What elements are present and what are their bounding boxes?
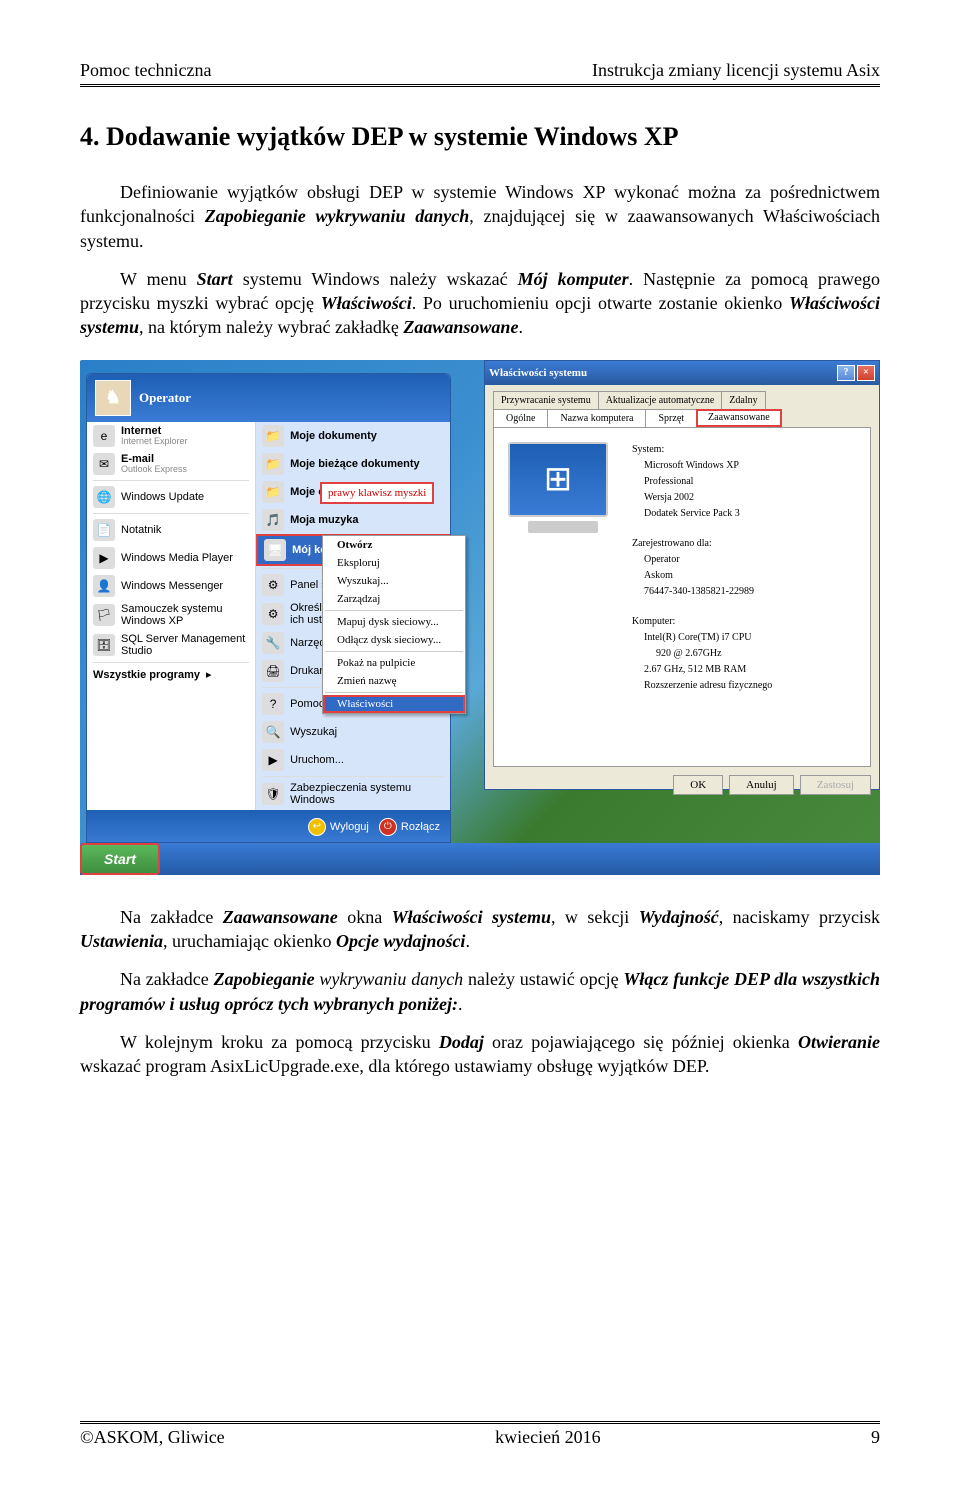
shield-icon: 🛡 [262, 783, 284, 805]
start-menu-left: eInternetInternet Explorer ✉E-mailOutloo… [87, 422, 256, 810]
cpanel-icon: ⚙ [262, 574, 284, 596]
apply-button[interactable]: Zastosuj [800, 775, 871, 795]
folder-icon: 📁 [262, 425, 284, 447]
tools-icon: 🔧 [262, 632, 284, 654]
comp-label: Komputer: [632, 614, 856, 630]
help-icon: ? [262, 693, 284, 715]
header-left: Pomoc techniczna [80, 60, 211, 81]
mail-icon: ✉ [93, 453, 115, 475]
folder-icon: 📁 [262, 481, 284, 503]
footer-center: kwiecień 2016 [495, 1427, 600, 1448]
ctx-open[interactable]: Otwórz [323, 536, 465, 554]
paragraph-4: Na zakładce Zapobieganie wykrywaniu dany… [80, 967, 880, 1016]
wmp-icon: ▶ [93, 547, 115, 569]
prop-title: Właściwości systemu [489, 367, 587, 379]
sm-item-email[interactable]: ✉E-mailOutlook Express [87, 450, 255, 478]
sm-item-internet[interactable]: eInternetInternet Explorer [87, 422, 255, 450]
run-icon: ▶ [262, 749, 284, 771]
close-button[interactable]: × [857, 365, 875, 381]
power-icon: ⏻ [379, 818, 397, 836]
sm-my-docs[interactable]: 📁Moje dokumenty [256, 422, 450, 450]
disconnect-button[interactable]: ⏻Rozłącz [379, 818, 440, 836]
sm-search[interactable]: 🔍Wyszukaj [256, 718, 450, 746]
callout-right-click: prawy klawisz myszki [320, 482, 434, 504]
ctx-manage[interactable]: Zarządzaj [323, 590, 465, 608]
printer-icon: 🖨 [262, 660, 284, 682]
ctx-explore[interactable]: Eksploruj [323, 554, 465, 572]
footer-left: ©ASKOM, Gliwice [80, 1427, 225, 1448]
start-button[interactable]: Start [80, 843, 160, 875]
ok-button[interactable]: OK [673, 775, 723, 795]
folder-icon: 📁 [262, 453, 284, 475]
access-icon: ⚙ [262, 603, 284, 625]
sql-icon: 🗄 [93, 634, 115, 656]
tab-advanced[interactable]: Zaawansowane [696, 409, 782, 427]
help-button[interactable]: ? [837, 365, 855, 381]
logout-button[interactable]: ↩Wyloguj [308, 818, 369, 836]
paragraph-2: W menu Start systemu Windows należy wska… [80, 267, 880, 340]
notepad-icon: 📄 [93, 519, 115, 541]
sm-item-messenger[interactable]: 👤Windows Messenger [87, 572, 255, 600]
sm-item-update[interactable]: 🌐Windows Update [87, 483, 255, 511]
messenger-icon: 👤 [93, 575, 115, 597]
page-title: 4. Dodawanie wyjątków DEP w systemie Win… [80, 122, 880, 152]
update-icon: 🌐 [93, 486, 115, 508]
tab-general[interactable]: Ogólne [493, 409, 548, 427]
cancel-button[interactable]: Anuluj [729, 775, 794, 795]
paragraph-3: Na zakładce Zaawansowane okna Właściwośc… [80, 905, 880, 954]
sys-label: System: [632, 442, 856, 458]
reg-label: Zarejestrowano dla: [632, 536, 856, 552]
context-menu: Otwórz Eksploruj Wyszukaj... Zarządzaj M… [322, 535, 466, 714]
sm-run[interactable]: ▶Uruchom... [256, 746, 450, 774]
tab-remote[interactable]: Zdalny [721, 391, 765, 409]
ctx-unmap-drive[interactable]: Odłącz dysk sieciowy... [323, 631, 465, 649]
sm-all-programs[interactable]: Wszystkie programy ▸ [87, 665, 255, 684]
system-properties-window: Właściwości systemu ? × Przywracanie sys… [484, 360, 880, 790]
music-icon: 🎵 [262, 509, 284, 531]
sm-recent-docs[interactable]: 📁Moje bieżące dokumenty [256, 450, 450, 478]
tab-updates[interactable]: Aktualizacje automatyczne [598, 391, 723, 409]
chevron-right-icon: ▸ [206, 668, 212, 681]
sm-my-music[interactable]: 🎵Moja muzyka [256, 506, 450, 534]
ctx-show-desktop[interactable]: Pokaż na pulpicie [323, 654, 465, 672]
sm-item-sql[interactable]: 🗄SQL Server Management Studio [87, 630, 255, 660]
logout-icon: ↩ [308, 818, 326, 836]
ctx-search[interactable]: Wyszukaj... [323, 572, 465, 590]
search-icon: 🔍 [262, 721, 284, 743]
ctx-properties[interactable]: Właściwości [323, 695, 465, 713]
footer-right: 9 [871, 1427, 880, 1448]
header-right: Instrukcja zmiany licencji systemu Asix [592, 60, 880, 81]
computer-icon: 🖥 [264, 539, 286, 561]
screenshot-composite: ♞ Operator eInternetInternet Explorer ✉E… [80, 360, 880, 875]
ie-icon: e [93, 425, 115, 447]
sm-item-notepad[interactable]: 📄Notatnik [87, 516, 255, 544]
paragraph-1: Definiowanie wyjątków obsługi DEP w syst… [80, 180, 880, 253]
tab-computer-name[interactable]: Nazwa komputera [547, 409, 646, 427]
tour-icon: 🏳 [93, 604, 115, 626]
ctx-rename[interactable]: Zmień nazwę [323, 672, 465, 690]
user-avatar-icon: ♞ [95, 380, 131, 416]
tab-restore[interactable]: Przywracanie systemu [493, 391, 599, 409]
ctx-map-drive[interactable]: Mapuj dysk sieciowy... [323, 613, 465, 631]
tab-hardware[interactable]: Sprzęt [645, 409, 697, 427]
paragraph-5: W kolejnym kroku za pomocą przycisku Dod… [80, 1030, 880, 1079]
sm-security[interactable]: 🛡Zabezpieczenia systemu Windows [256, 779, 450, 809]
start-menu-header: ♞ Operator [87, 374, 450, 422]
taskbar: Start [80, 843, 880, 875]
monitor-icon: ⊞ [508, 442, 618, 542]
sm-item-tour[interactable]: 🏳Samouczek systemu Windows XP [87, 600, 255, 630]
sm-item-wmp[interactable]: ▶Windows Media Player [87, 544, 255, 572]
